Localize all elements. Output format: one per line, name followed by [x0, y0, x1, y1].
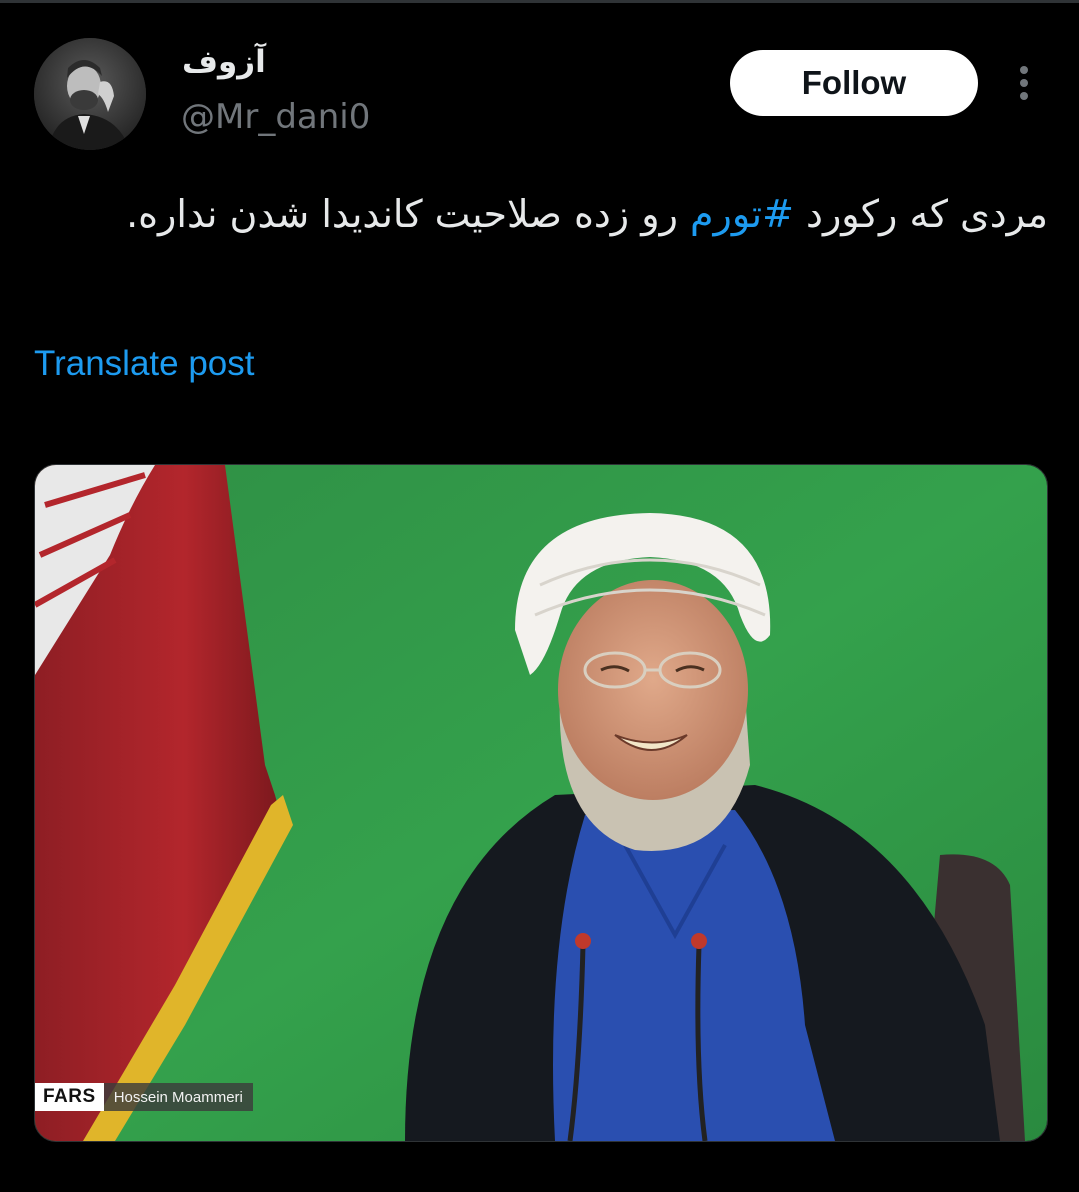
- avatar-portrait-icon: [34, 38, 146, 150]
- fars-logo: FARS: [35, 1083, 104, 1111]
- photographer-name: Hossein Moammeri: [103, 1083, 253, 1111]
- photo-credit: FARS Hossein Moammeri: [35, 1083, 253, 1111]
- photo-illustration: [35, 465, 1047, 1141]
- hashtag-link[interactable]: #تورم: [690, 192, 794, 236]
- user-handle[interactable]: @Mr_dani0: [181, 97, 370, 137]
- follow-button[interactable]: Follow: [730, 50, 978, 116]
- avatar[interactable]: [34, 38, 146, 150]
- more-options-icon: [1020, 66, 1028, 100]
- top-divider: [0, 0, 1079, 3]
- post-text-part-1: مردی که رکورد: [793, 192, 1048, 236]
- post-text-part-2: رو زده صلاحیت کاندیدا شدن نداره.: [126, 192, 691, 236]
- display-name[interactable]: آزوف: [182, 44, 266, 80]
- post-text: مردی که رکورد #تورم رو زده صلاحیت کاندید…: [100, 176, 1048, 252]
- post-media-image[interactable]: FARS Hossein Moammeri: [34, 464, 1048, 1142]
- more-options-button[interactable]: [1008, 62, 1040, 104]
- translate-post-link[interactable]: Translate post: [34, 344, 254, 384]
